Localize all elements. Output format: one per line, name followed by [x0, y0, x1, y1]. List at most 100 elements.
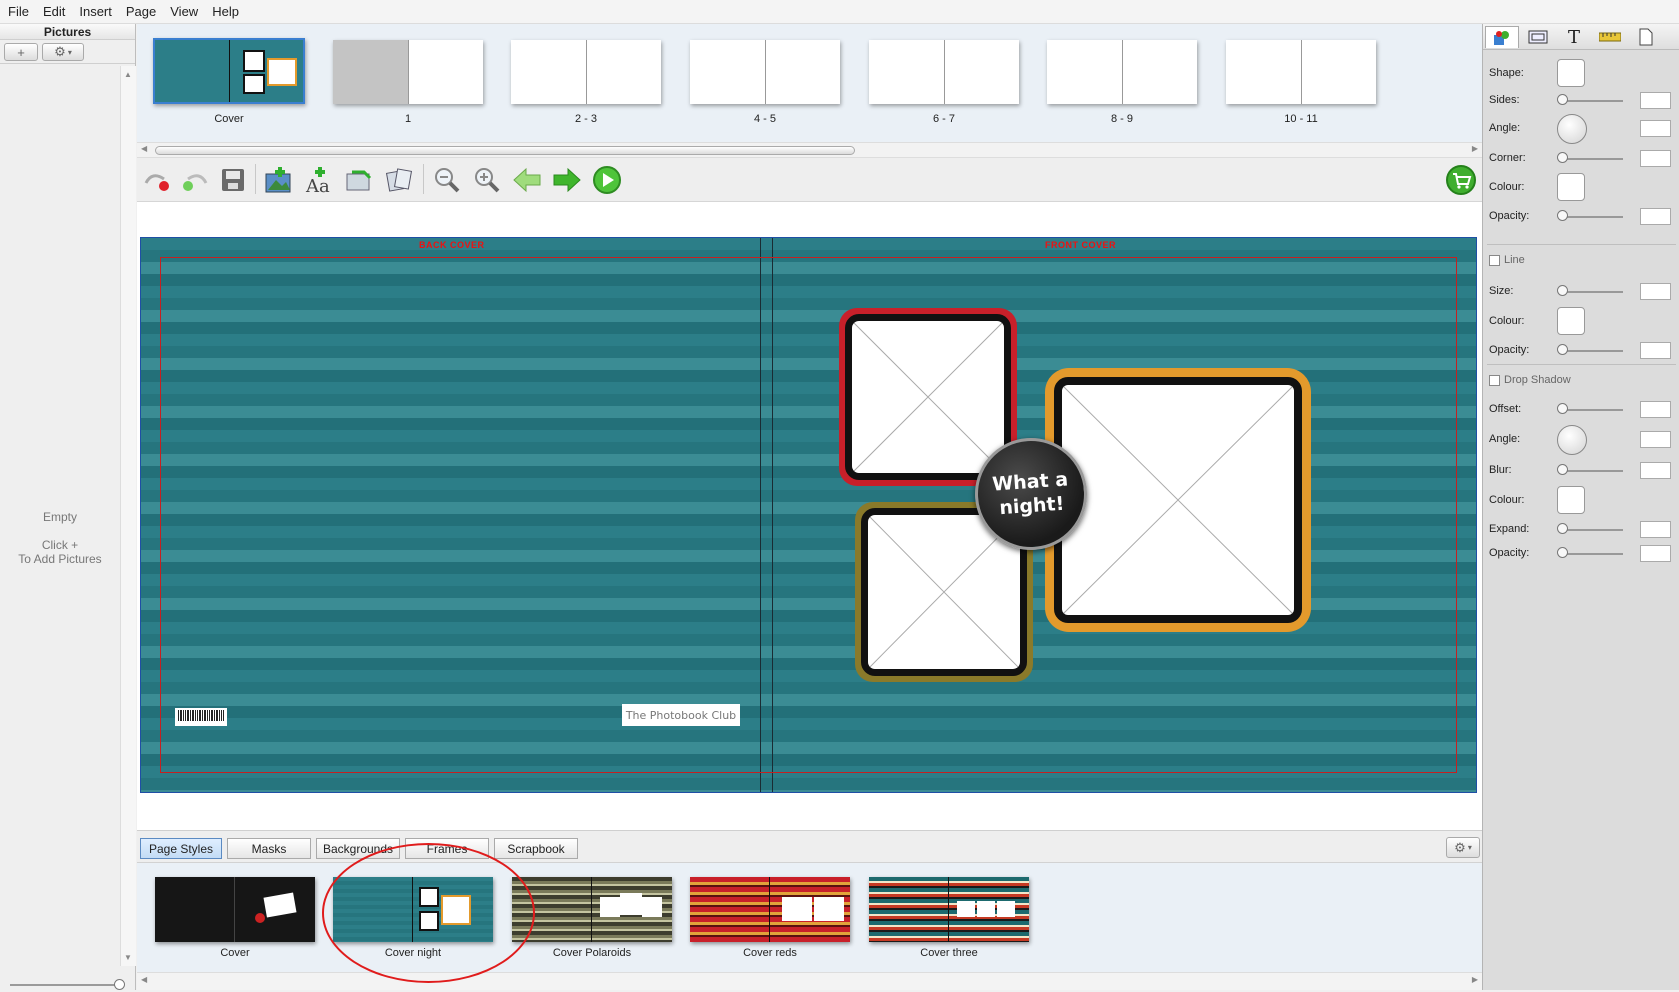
page-thumb-2-3[interactable] [511, 40, 661, 104]
page-thumb-10-11[interactable] [1226, 40, 1376, 104]
scroll-left-icon[interactable]: ◀ [141, 975, 147, 984]
line-opacity-slider[interactable] [1561, 350, 1623, 352]
menu-file[interactable]: File [8, 4, 29, 19]
shadow-opacity-slider[interactable] [1561, 553, 1623, 555]
scroll-right-icon[interactable]: ▶ [1472, 975, 1478, 984]
angle-row: Angle: [1489, 114, 1674, 144]
undo-icon[interactable] [141, 164, 173, 196]
thumb-frame [263, 892, 297, 918]
photo-placeholder[interactable] [1054, 377, 1302, 623]
text-icon[interactable]: T [1557, 26, 1591, 48]
shape-row: Shape: [1489, 59, 1674, 87]
cover-spread[interactable]: BACK COVER FRONT COVER The Photobook Clu… [140, 237, 1477, 793]
play-icon[interactable] [591, 164, 623, 196]
menu-view[interactable]: View [170, 4, 198, 19]
line-colour-swatch[interactable] [1557, 307, 1585, 335]
cart-icon[interactable] [1445, 164, 1477, 196]
library-options-button[interactable]: ⚙ ▾ [1446, 837, 1480, 858]
add-text-icon[interactable]: Aa [303, 164, 335, 196]
shape-picker[interactable] [1557, 59, 1585, 87]
page-thumb-8-9[interactable] [1047, 40, 1197, 104]
drop-shadow-checkbox[interactable] [1489, 374, 1500, 386]
slider-knob[interactable] [1557, 403, 1568, 414]
opacity-field[interactable] [1640, 208, 1671, 225]
slider-knob[interactable] [1557, 464, 1568, 475]
slider-knob[interactable] [1557, 523, 1568, 534]
style-thumb-cover-polaroids[interactable] [512, 877, 672, 942]
save-icon[interactable] [217, 164, 249, 196]
angle-field[interactable] [1640, 120, 1671, 137]
slider-knob[interactable] [1557, 152, 1568, 163]
shape-icon[interactable] [1485, 26, 1519, 48]
page-icon[interactable] [1629, 26, 1663, 48]
size-field[interactable] [1640, 283, 1671, 300]
sides-field[interactable] [1640, 92, 1671, 109]
expand-slider[interactable] [1561, 529, 1623, 531]
zoom-out-icon[interactable] [431, 164, 463, 196]
opacity-slider[interactable] [1561, 216, 1623, 218]
colour-swatch[interactable] [1557, 173, 1585, 201]
menu-edit[interactable]: Edit [43, 4, 65, 19]
page-thumb-4-5[interactable] [690, 40, 840, 104]
slider-knob[interactable] [1557, 547, 1568, 558]
colour-row: Colour: [1489, 173, 1674, 201]
photo-placeholder[interactable] [845, 314, 1011, 480]
shadow-opacity-field[interactable] [1640, 545, 1671, 562]
slider-knob[interactable] [1557, 285, 1568, 296]
expand-label: Expand: [1489, 523, 1530, 535]
add-picture-icon[interactable] [263, 164, 295, 196]
offset-field[interactable] [1640, 401, 1671, 418]
shadow-angle-dial[interactable] [1557, 425, 1587, 455]
menu-insert[interactable]: Insert [79, 4, 112, 19]
tab-masks[interactable]: Masks [227, 838, 311, 859]
blur-field[interactable] [1640, 462, 1671, 479]
page-thumb-1[interactable] [333, 40, 483, 104]
tab-scrapbook[interactable]: Scrapbook [494, 838, 578, 859]
box-icon[interactable] [1521, 26, 1555, 48]
offset-slider[interactable] [1561, 409, 1623, 411]
ruler-icon[interactable] [1593, 26, 1627, 48]
style-thumb-cover-reds[interactable] [690, 877, 850, 942]
blur-slider[interactable] [1561, 470, 1623, 472]
add-pictures-button[interactable]: + [4, 43, 38, 61]
corner-field[interactable] [1640, 150, 1671, 167]
expand-field[interactable] [1640, 521, 1671, 538]
redo-icon[interactable] [179, 164, 211, 196]
corner-slider[interactable] [1561, 158, 1623, 160]
shadow-angle-field[interactable] [1640, 431, 1671, 448]
size-slider[interactable] [1561, 291, 1623, 293]
pictures-scrollbar[interactable]: ▲ ▼ [120, 66, 136, 966]
scrollbar-thumb[interactable] [155, 146, 855, 155]
slider-knob[interactable] [1557, 210, 1568, 221]
style-thumb-cover-three[interactable] [869, 877, 1029, 942]
slider-knob[interactable] [1557, 94, 1568, 105]
zoom-in-icon[interactable] [471, 164, 503, 196]
thumb-frame [814, 897, 844, 921]
scroll-up-icon[interactable]: ▲ [124, 70, 132, 79]
menu-page[interactable]: Page [126, 4, 156, 19]
line-opacity-field[interactable] [1640, 342, 1671, 359]
previous-page-icon[interactable] [511, 164, 543, 196]
page-strip-scrollbar[interactable]: ◀ ▶ [137, 142, 1482, 158]
scroll-left-icon[interactable]: ◀ [141, 144, 147, 153]
angle-dial[interactable] [1557, 114, 1587, 144]
menu-help[interactable]: Help [212, 4, 239, 19]
pictures-list[interactable]: Empty Click + To Add Pictures [0, 66, 120, 966]
scroll-right-icon[interactable]: ▶ [1472, 144, 1478, 153]
page-thumb-cover[interactable] [153, 38, 305, 104]
style-thumb-cover[interactable] [155, 877, 315, 942]
next-page-icon[interactable] [551, 164, 583, 196]
layout-icon[interactable] [383, 164, 415, 196]
sides-slider[interactable] [1561, 100, 1623, 102]
pictures-options-button[interactable]: ⚙ ▾ [42, 43, 84, 61]
import-icon[interactable] [343, 164, 375, 196]
line-checkbox[interactable] [1489, 254, 1500, 266]
thumb-badge [255, 913, 265, 923]
tab-page-styles[interactable]: Page Styles [140, 838, 222, 859]
page-thumb-6-7[interactable] [869, 40, 1019, 104]
slider-knob[interactable] [1557, 344, 1568, 355]
scroll-down-icon[interactable]: ▼ [124, 953, 132, 962]
styles-scrollbar[interactable]: ◀ ▶ [137, 972, 1482, 990]
shadow-colour-swatch[interactable] [1557, 486, 1585, 514]
slider-knob[interactable] [114, 979, 125, 990]
